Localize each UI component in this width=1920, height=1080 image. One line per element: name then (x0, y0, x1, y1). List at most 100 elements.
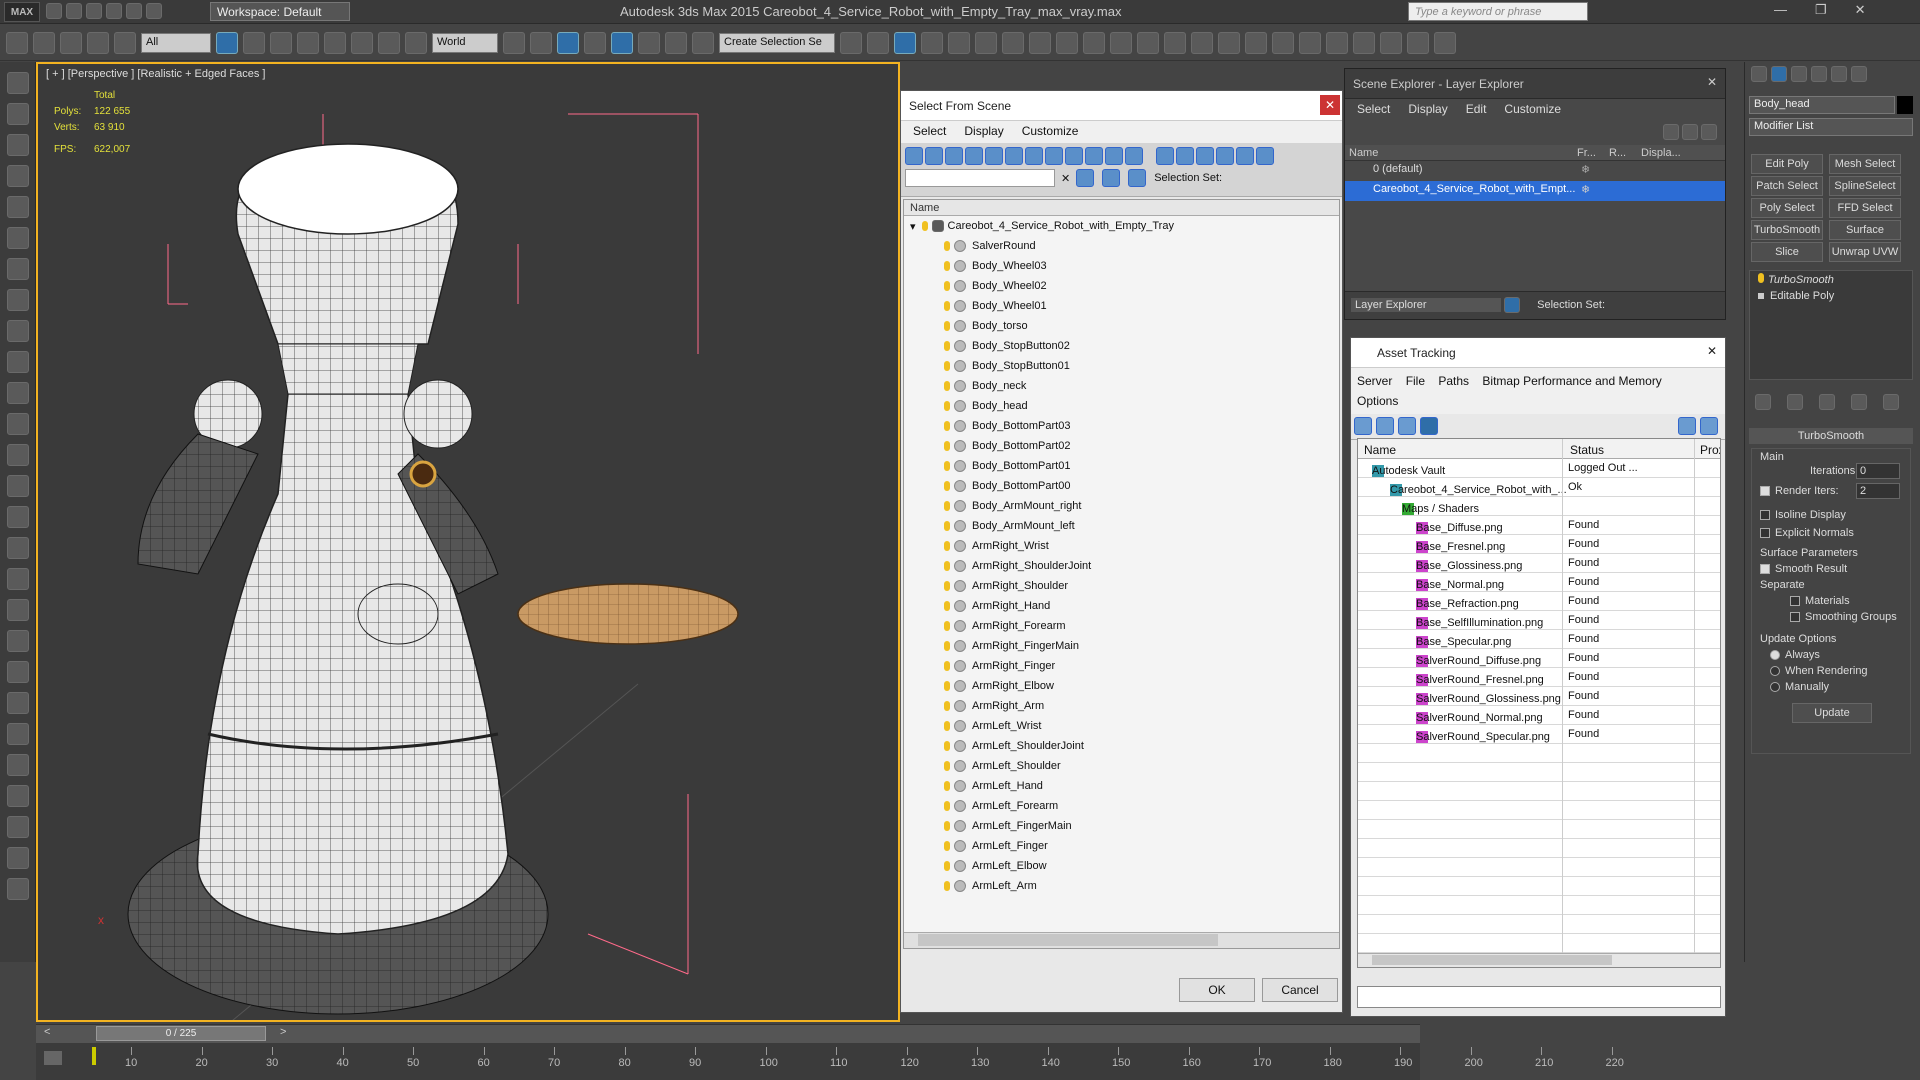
list-item[interactable]: ArmRight_Finger (904, 656, 1339, 676)
select-all-icon[interactable] (1156, 147, 1175, 165)
bulb-icon[interactable] (944, 861, 950, 871)
track-bar[interactable]: 10 20 30 40 50 60 70 80 90 100 110 120 130 140 150 160 1… (36, 1042, 1624, 1080)
window-crossing-icon[interactable] (297, 31, 319, 54)
bulb-icon[interactable] (944, 261, 950, 271)
close-icon[interactable]: ✕ (1707, 75, 1717, 89)
helper-icon[interactable] (6, 258, 29, 280)
bulb-icon[interactable] (944, 721, 950, 731)
layer-explorer-icon[interactable] (894, 31, 916, 54)
render-iters-spinner[interactable]: 2 (1856, 483, 1900, 499)
menu-display[interactable]: Display (964, 124, 1003, 140)
toggle-ribbon-icon[interactable] (921, 31, 943, 54)
clear-filter-icon[interactable]: ✕ (1061, 172, 1070, 185)
close-icon[interactable]: ✕ (1707, 344, 1717, 358)
column-name[interactable]: Name (1349, 147, 1378, 159)
when-rendering-radio[interactable] (1770, 666, 1780, 677)
tree-icon[interactable] (6, 661, 29, 683)
selection-filter-dropdown[interactable]: All (141, 32, 211, 53)
bulb-icon[interactable] (944, 321, 950, 331)
script-icon[interactable] (6, 816, 29, 838)
search-input[interactable]: Type a keyword or phrase (1408, 2, 1588, 21)
hierarchy-icon[interactable] (1236, 147, 1255, 165)
camera-icon[interactable] (6, 227, 29, 249)
select-manipulate-icon[interactable] (530, 31, 552, 54)
list-item[interactable]: Body_Wheel03 (904, 256, 1339, 276)
remove-modifier-icon[interactable] (1851, 394, 1867, 410)
utilities-tab-icon[interactable] (1851, 66, 1867, 82)
object-name-field[interactable]: Body_head (1749, 96, 1895, 114)
list-item[interactable]: ArmRight_Arm (904, 696, 1339, 716)
close-icon[interactable]: ✕ (1855, 2, 1866, 18)
refresh-icon[interactable] (1354, 417, 1372, 435)
filter-spacewarps-icon[interactable] (1005, 147, 1023, 165)
list-item[interactable]: Body_StopButton01 (904, 356, 1339, 376)
smooth-result-checkbox[interactable] (1760, 564, 1770, 575)
create-panel-icon[interactable] (6, 72, 29, 94)
render-setup-icon[interactable] (1029, 31, 1051, 54)
app-menu-button[interactable]: MAX (4, 2, 40, 22)
perspective-viewport[interactable]: [ + ] [Perspective ] [Realistic + Edged … (36, 62, 900, 1022)
time-slider-bar[interactable]: < 0 / 225 > (36, 1024, 1420, 1042)
turbosmooth-rollout-header[interactable]: TurboSmooth (1749, 428, 1913, 444)
bulb-icon[interactable] (944, 421, 950, 431)
hair-icon[interactable] (6, 537, 29, 559)
scrollbar-thumb[interactable] (918, 934, 1218, 946)
bulb-icon[interactable] (944, 501, 950, 511)
layers-icon[interactable] (1102, 169, 1121, 187)
vray-sun-icon[interactable] (1164, 31, 1186, 54)
menu-paths[interactable]: Paths (1438, 374, 1469, 388)
modifier-list-dropdown[interactable]: Modifier List (1749, 118, 1913, 136)
menu-display[interactable]: Display (1408, 102, 1447, 118)
bulb-icon[interactable] (944, 481, 950, 491)
move-icon[interactable] (324, 31, 346, 54)
particle-icon[interactable] (6, 568, 29, 590)
object-color-swatch[interactable] (1897, 96, 1913, 114)
sphere-icon[interactable] (6, 382, 29, 404)
bulb-icon[interactable] (944, 801, 950, 811)
mini-curve-editor-icon[interactable] (44, 1051, 62, 1065)
horizontal-scrollbar[interactable] (904, 932, 1339, 948)
bulb-icon[interactable] (944, 281, 950, 291)
table-row[interactable]: Base_SelfIllumination.png Found (1358, 611, 1720, 630)
new-file-icon[interactable] (46, 3, 62, 19)
list-item[interactable]: ArmLeft_Arm (904, 876, 1339, 896)
rectangular-selection-icon[interactable] (270, 31, 292, 54)
list-item[interactable]: Body_BottomPart01 (904, 456, 1339, 476)
menu-select[interactable]: Select (913, 124, 946, 140)
bulb-icon[interactable] (944, 301, 950, 311)
cone-icon[interactable] (6, 444, 29, 466)
snowflake-icon[interactable]: ❄ (1581, 163, 1590, 176)
render-production-icon[interactable] (1083, 31, 1105, 54)
filter-helpers-icon[interactable] (985, 147, 1003, 165)
minimize-icon[interactable]: — (1774, 2, 1787, 18)
vray-vfb-icon[interactable] (1326, 31, 1348, 54)
list-item[interactable]: ArmRight_Elbow (904, 676, 1339, 696)
horizontal-scrollbar[interactable] (1358, 953, 1720, 967)
filter-xrefs-icon[interactable] (1045, 147, 1063, 165)
list-item[interactable]: Body_head (904, 396, 1339, 416)
pin-stack-icon[interactable] (1755, 394, 1771, 410)
modifier-button[interactable]: Edit Poly (1751, 154, 1823, 174)
motion-panel-icon[interactable] (6, 165, 29, 187)
bulb-icon[interactable] (944, 781, 950, 791)
modifier-button[interactable]: Patch Select (1751, 176, 1823, 196)
help-icon[interactable] (6, 878, 29, 900)
place-icon[interactable] (405, 31, 427, 54)
bulb-icon[interactable] (944, 241, 950, 251)
filter-cameras-icon[interactable] (965, 147, 983, 165)
materials-checkbox[interactable] (1790, 596, 1800, 607)
bulb-icon[interactable] (921, 221, 928, 231)
column-header-name[interactable]: Name (904, 200, 1339, 216)
uv-icon[interactable] (6, 785, 29, 807)
table-row[interactable]: Base_Glossiness.png Found (1358, 554, 1720, 573)
time-slider[interactable]: 0 / 225 (96, 1026, 266, 1041)
redo-icon[interactable] (126, 3, 142, 19)
viewport-label[interactable]: [ + ] [Perspective ] [Realistic + Edged … (46, 68, 266, 80)
render-iterative-icon[interactable] (1110, 31, 1132, 54)
list-item[interactable]: ArmRight_Forearm (904, 616, 1339, 636)
list-item[interactable]: ArmRight_FingerMain (904, 636, 1339, 656)
hierarchy-panel-icon[interactable] (6, 134, 29, 156)
column-render[interactable]: R... (1609, 147, 1626, 159)
bulb-icon[interactable] (1758, 273, 1764, 283)
list-item[interactable]: ArmRight_ShoulderJoint (904, 556, 1339, 576)
